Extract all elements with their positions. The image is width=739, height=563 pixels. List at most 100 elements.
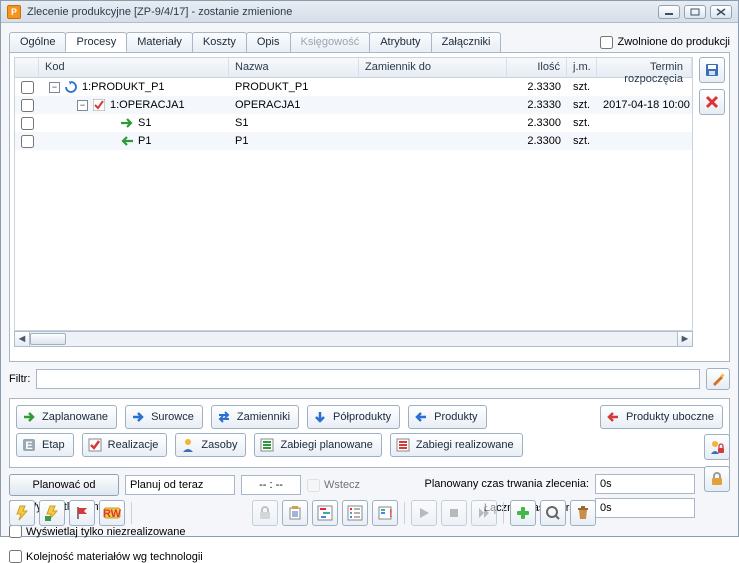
arrow-right-green-icon (20, 408, 38, 426)
rw-button[interactable]: RW (99, 500, 125, 526)
planned-duration-label: Planowany czas trwania zlecenia: (389, 478, 589, 490)
window-title: Zlecenie produkcyjne [ZP-9/4/17] - zosta… (27, 6, 292, 18)
btn-etap[interactable]: EEtap (16, 433, 74, 457)
flag-button[interactable] (69, 500, 95, 526)
zoom-button[interactable] (540, 500, 566, 526)
scroll-left-icon[interactable]: ◄ (14, 331, 30, 347)
process-grid[interactable]: Kod Nazwa Zamiennik do Ilość j.m. Termin… (14, 57, 693, 331)
btn-zasoby[interactable]: Zasoby (175, 433, 246, 457)
row-term (597, 85, 692, 89)
table-row[interactable]: P1P12.3300szt. (15, 132, 692, 150)
btn-produkty[interactable]: Produkty (408, 405, 486, 429)
btn-surowce[interactable]: Surowce (125, 405, 203, 429)
arrow-down-blue-icon (311, 408, 329, 426)
col-kod[interactable]: Kod (39, 58, 229, 77)
table-row[interactable]: −1:PRODUKT_P1PRODUKT_P12.3330szt. (15, 78, 692, 96)
table-row[interactable]: −1:OPERACJA1OPERACJA12.3330szt.2017-04-1… (15, 96, 692, 114)
clipboard-button[interactable] (282, 500, 308, 526)
plan-from-input[interactable] (125, 475, 235, 495)
btn-realizacje[interactable]: Realizacje (82, 433, 168, 457)
row-nazwa: PRODUKT_P1 (229, 79, 359, 95)
arrow-left-red-icon (604, 408, 622, 426)
row-term: 2017-04-18 10:00 (597, 97, 692, 113)
plan-time-input[interactable] (241, 475, 301, 495)
col-termin[interactable]: Termin rozpoczęcia (597, 58, 692, 77)
fwd-button (471, 500, 497, 526)
tab-attachments[interactable]: Załączniki (431, 32, 502, 52)
released-checkbox[interactable]: Zwolnione do produkcji (600, 36, 730, 49)
row-qty: 2.3330 (507, 79, 567, 95)
check-red-icon (86, 436, 104, 454)
row-zamiennik (359, 121, 507, 125)
col-jm[interactable]: j.m. (567, 58, 597, 77)
list-green-icon (258, 436, 276, 454)
tree-toggle-icon[interactable]: − (77, 100, 88, 111)
scroll-right-icon[interactable]: ► (677, 331, 693, 347)
tab-attributes[interactable]: Atrybuty (369, 32, 431, 52)
row-checkbox[interactable] (21, 81, 34, 94)
lock-button[interactable] (704, 466, 730, 492)
person-icon (179, 436, 197, 454)
row-zamiennik (359, 103, 507, 107)
save-button[interactable] (699, 57, 725, 83)
svg-text:E: E (25, 440, 32, 452)
delete-button[interactable] (699, 89, 725, 115)
tab-description[interactable]: Opis (246, 32, 291, 52)
play-button (411, 500, 437, 526)
arrow-green-l-icon (120, 134, 134, 148)
tab-accounting: Księgowość (290, 32, 371, 52)
row-qty: 2.3330 (507, 97, 567, 113)
maximize-button[interactable] (684, 5, 706, 19)
tab-processes[interactable]: Procesy (65, 32, 127, 52)
close-button[interactable] (710, 5, 732, 19)
scroll-thumb[interactable] (30, 333, 66, 345)
filter-label: Filtr: (9, 373, 30, 385)
released-checkbox-input[interactable] (600, 36, 613, 49)
tree-toggle-icon[interactable]: − (49, 82, 60, 93)
row-checkbox[interactable] (21, 135, 34, 148)
btn-zaplanowane[interactable]: Zaplanowane (16, 405, 117, 429)
exclaim-button[interactable]: ! (372, 500, 398, 526)
user-lock-button[interactable] (704, 434, 730, 460)
minimize-button[interactable] (658, 5, 680, 19)
btn-produkty-uboczne[interactable]: Produkty uboczne (600, 405, 723, 429)
row-kod: P1 (138, 135, 151, 147)
stop-button (441, 500, 467, 526)
list-button[interactable] (342, 500, 368, 526)
row-checkbox[interactable] (21, 99, 34, 112)
tab-materials[interactable]: Materiały (126, 32, 193, 52)
flash-button-2[interactable] (39, 500, 65, 526)
filter-edit-button[interactable] (706, 368, 730, 390)
row-jm: szt. (567, 97, 597, 113)
btn-zamienniki[interactable]: Zamienniki (211, 405, 299, 429)
btn-zabiegi-planowane[interactable]: Zabiegi planowane (254, 433, 381, 457)
trash-button[interactable] (570, 500, 596, 526)
row-term (597, 139, 692, 143)
col-ilosc[interactable]: Ilość (507, 58, 567, 77)
tab-general[interactable]: Ogólne (9, 32, 66, 52)
btn-polprodukty[interactable]: Półprodukty (307, 405, 400, 429)
row-nazwa: OPERACJA1 (229, 97, 359, 113)
add-button[interactable] (510, 500, 536, 526)
row-nazwa: P1 (229, 133, 359, 149)
btn-zabiegi-realizowane[interactable]: Zabiegi realizowane (390, 433, 523, 457)
row-checkbox[interactable] (21, 117, 34, 130)
horizontal-scrollbar[interactable]: ◄ ► (14, 331, 693, 347)
table-row[interactable]: S1S12.3300szt. (15, 114, 692, 132)
col-zamiennik[interactable]: Zamiennik do (359, 58, 507, 77)
svg-text:!: ! (389, 508, 393, 520)
swap-blue-icon (215, 408, 233, 426)
arrow-green-r-icon (120, 116, 134, 130)
col-nazwa[interactable]: Nazwa (229, 58, 359, 77)
row-nazwa: S1 (229, 115, 359, 131)
flash-button-1[interactable] (9, 500, 35, 526)
tab-costs[interactable]: Koszty (192, 32, 247, 52)
check-red-icon (92, 98, 106, 112)
filter-input[interactable] (36, 369, 700, 389)
plan-from-button[interactable]: Planować od (9, 474, 119, 496)
row-term (597, 121, 692, 125)
gantt-button[interactable] (312, 500, 338, 526)
materials-order-checkbox[interactable]: Kolejność materiałów wg technologii (9, 550, 379, 563)
planned-duration-value (595, 474, 695, 494)
arrow-right-blue-icon (129, 408, 147, 426)
